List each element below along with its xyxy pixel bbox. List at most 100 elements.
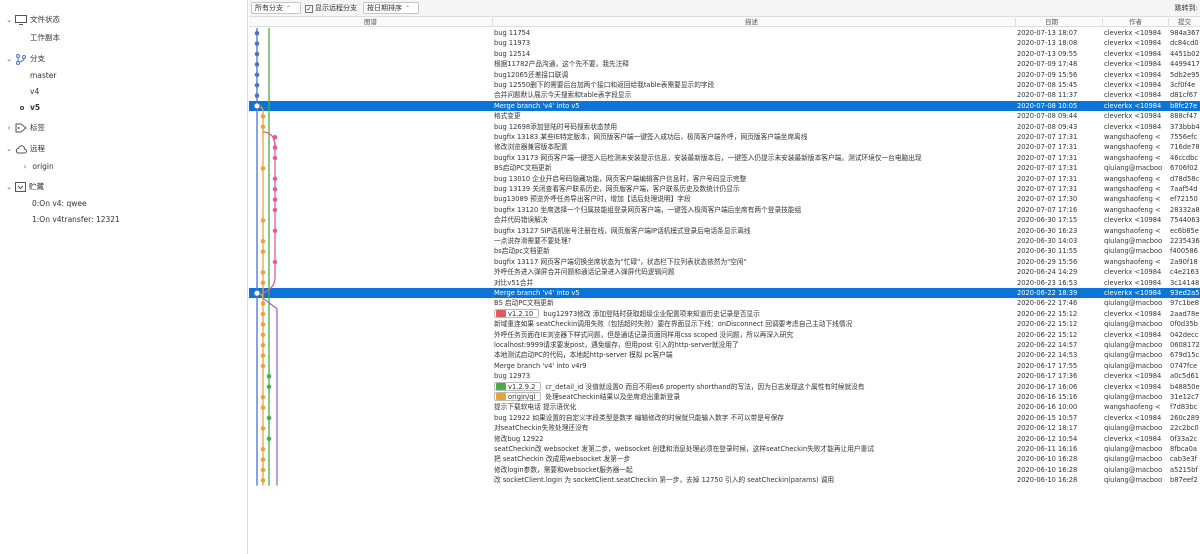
graph-commit-node[interactable] [254, 41, 260, 46]
commit-date: 2020-07-13 18:07 [1017, 29, 1078, 37]
graph-commit-node[interactable] [272, 155, 278, 161]
graph-commit-node[interactable] [260, 478, 266, 483]
commit-author: wangshaofeng < [1104, 133, 1161, 141]
graph-commit-node[interactable] [260, 467, 266, 473]
sidebar-section-branches[interactable]: ⌄ 分支 [4, 51, 45, 67]
sidebar-section-remotes[interactable]: ⌄ 远程 [4, 141, 45, 157]
commit-message: bug 12698添加登陆时号码搜索状态禁用 [494, 122, 618, 131]
graph-commit-node[interactable] [272, 176, 278, 182]
graph-commit-node[interactable] [254, 30, 260, 36]
column-commit[interactable]: 提交 [1178, 17, 1191, 27]
graph-commit-node[interactable] [254, 72, 260, 78]
commit-message: 修改bug 12922 [494, 434, 544, 443]
graph-commit-node[interactable] [260, 311, 266, 317]
graph-commit-node[interactable] [260, 270, 266, 275]
commit-description: 外呼任务进入弹屏合并问题和通话记录进入弹屏代码逻辑问题 [494, 267, 1014, 277]
commit-hash: ec6b85e [1170, 226, 1199, 235]
sidebar-section-tags[interactable]: › 标签 [4, 120, 45, 136]
graph-commit-node[interactable] [260, 218, 266, 223]
chevron-down-icon[interactable]: ⌄ [4, 179, 14, 195]
commit-author: cleverkx <10984 [1104, 91, 1162, 100]
show-remote-checkbox[interactable]: ✓ 显示远程分支 [305, 2, 357, 14]
sidebar-item-current-branch[interactable]: v5 [20, 100, 40, 116]
graph-commit-node[interactable] [266, 374, 272, 379]
commit-date: 2020-07-07 17:30 [1017, 195, 1078, 204]
graph-commit-node[interactable] [260, 426, 266, 431]
graph-commit-node[interactable] [260, 446, 266, 452]
sidebar-section-workspace[interactable]: ⌄ 文件状态 [4, 12, 60, 28]
commit-date: 2020-07-13 09:55 [1017, 49, 1078, 58]
commit-author: wangshaofeng < [1104, 143, 1161, 152]
chevron-right-icon[interactable]: › [20, 159, 30, 175]
graph-commit-node[interactable] [272, 259, 278, 265]
graph-commit-node[interactable] [260, 249, 266, 254]
graph-commit-node[interactable] [254, 51, 260, 57]
jump-to-label[interactable]: 跳转到: [1175, 2, 1198, 14]
graph-commit-node[interactable] [272, 197, 278, 202]
graph-commit-node[interactable] [260, 166, 266, 171]
graph-commit-node[interactable] [260, 332, 266, 338]
graph-commit-node[interactable] [272, 145, 278, 150]
column-author[interactable]: 作者 [1129, 17, 1142, 27]
graph-commit-node[interactable] [260, 394, 266, 400]
sidebar-item-label: 1:On v4transfer: 12321 [32, 215, 120, 224]
graph-commit-node[interactable] [260, 342, 266, 348]
checkbox-checked-icon[interactable]: ✓ [305, 5, 313, 13]
graph-commit-node[interactable] [266, 384, 272, 390]
column-divider[interactable] [492, 18, 493, 26]
commit-date: 2020-07-09 15:56 [1017, 70, 1078, 79]
graph-commit-node[interactable] [260, 301, 266, 306]
graph-commit-node[interactable] [260, 114, 266, 119]
graph-commit-node[interactable] [272, 228, 278, 234]
chevron-down-icon[interactable]: ⌄ [4, 141, 14, 157]
sidebar-item-working-copy[interactable]: 工作副本 [30, 30, 60, 46]
chevron-right-icon[interactable]: › [4, 120, 14, 136]
commit-description: bugfix 13127 SIP话机账号注册在线，网页版客户端IP话机模式登录后… [494, 226, 1014, 236]
column-divider[interactable] [1102, 18, 1103, 26]
graph-commit-node[interactable] [254, 82, 260, 88]
commit-message: seatCheckin改 websocket 发第二步，websocket 创建… [494, 445, 874, 453]
graph-commit-node[interactable] [260, 353, 266, 358]
graph-commit-node[interactable] [253, 102, 261, 110]
graph-commit-node[interactable] [260, 238, 266, 244]
sidebar-item-stash[interactable]: 1:On v4transfer: 12321 [32, 212, 120, 228]
graph-commit-node[interactable] [272, 207, 278, 213]
sidebar-section-stashes[interactable]: ⌄ 贮藏 [4, 179, 44, 195]
graph-commit-node[interactable] [260, 322, 266, 327]
sidebar-item-branch[interactable]: master [30, 68, 56, 84]
branch-filter-dropdown[interactable]: 所有分支 ⌃ [251, 2, 301, 14]
graph-commit-node[interactable] [272, 186, 278, 192]
ref-badge[interactable]: v1.2.10 [494, 308, 540, 318]
column-graph[interactable]: 图谱 [364, 17, 377, 27]
column-description[interactable]: 描述 [745, 17, 758, 27]
ref-badge[interactable]: v1.2.9.2 [494, 381, 542, 391]
sidebar-item-stash[interactable]: 0:On v4: qwee [32, 196, 87, 212]
commit-date: 2020-06-22 15:12 [1017, 320, 1078, 329]
commit-date: 2020-06-22 17:46 [1017, 299, 1078, 308]
commit-hash: 4499417 [1170, 60, 1200, 69]
graph-commit-node[interactable] [260, 405, 266, 410]
commit-hash: 888cf47 [1170, 112, 1198, 121]
column-divider[interactable] [1168, 18, 1169, 26]
graph-commit-node[interactable] [266, 436, 272, 442]
graph-commit-node[interactable] [266, 415, 272, 421]
chevron-down-icon[interactable]: ⌄ [4, 51, 14, 67]
graph-commit-node[interactable] [260, 457, 266, 462]
graph-commit-node[interactable] [272, 134, 278, 140]
sort-order-dropdown[interactable]: 按日期排序 ⌃ [363, 2, 419, 14]
graph-commit-node[interactable] [260, 363, 266, 369]
chevron-down-icon[interactable]: ⌄ [4, 12, 14, 28]
commit-date: 2020-06-24 14:29 [1017, 268, 1078, 277]
sidebar-item-remote[interactable]: › origin [20, 159, 54, 175]
ref-badge[interactable]: origin/ql [494, 392, 542, 401]
commit-description: Merge branch 'v4' into v4r9 [494, 361, 1014, 371]
graph-commit-node[interactable] [254, 62, 260, 67]
graph-commit-node[interactable] [260, 124, 266, 130]
column-divider[interactable] [1015, 18, 1016, 26]
graph-commit-node[interactable] [254, 93, 260, 98]
column-date[interactable]: 日期 [1045, 17, 1058, 27]
commit-message: localhost:9999请求要发post，遇免缓存，但用post 引入的ht… [494, 341, 739, 349]
graph-commit-node[interactable] [260, 280, 266, 286]
sidebar-item-branch[interactable]: v4 [30, 84, 39, 100]
graph-commit-node[interactable] [253, 289, 261, 297]
